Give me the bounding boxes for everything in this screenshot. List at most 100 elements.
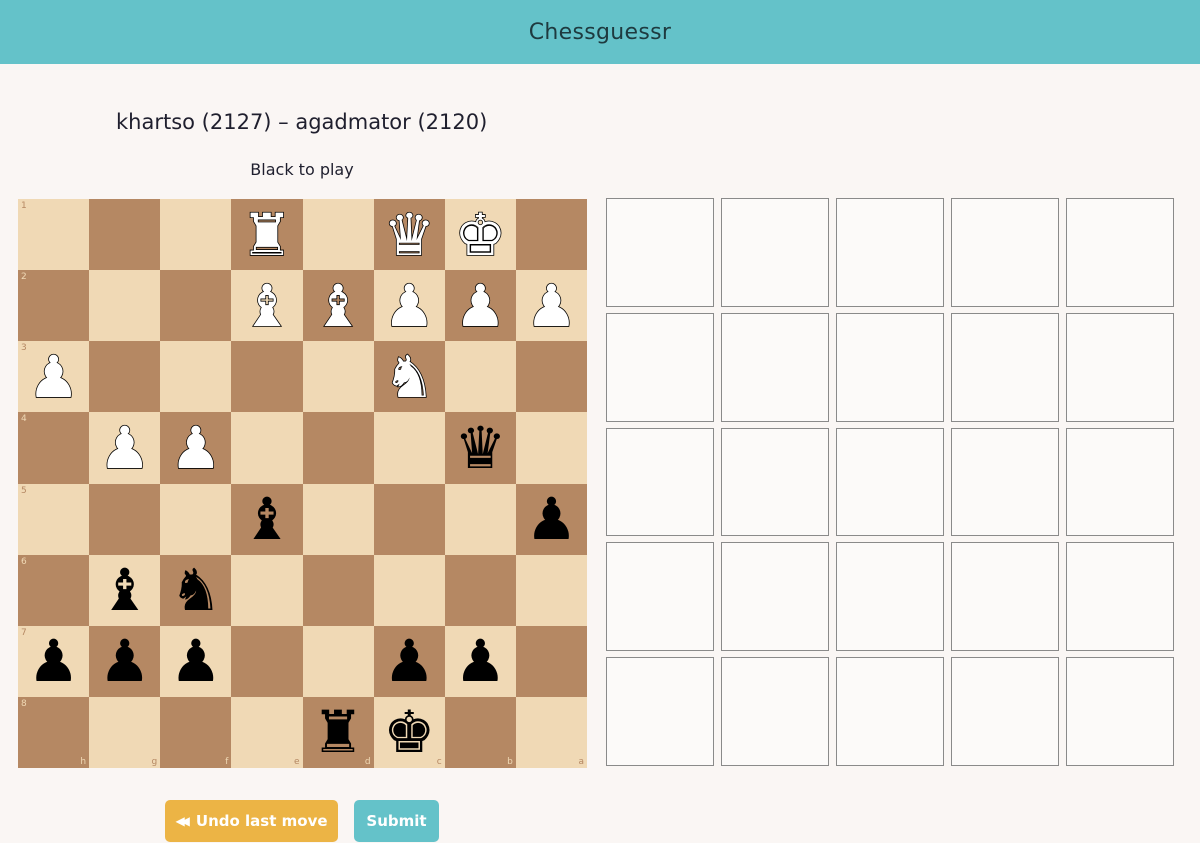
board-square[interactable] (302, 199, 374, 271)
rank-label: 8 (21, 698, 27, 709)
rank-label: 7 (21, 627, 27, 638)
white-bishop-icon[interactable]: ♝ (240, 276, 294, 336)
board-square[interactable] (444, 341, 516, 413)
board-square[interactable] (373, 412, 445, 484)
white-bishop-icon[interactable]: ♝ (311, 276, 365, 336)
board-square[interactable] (444, 483, 516, 555)
board-square[interactable]: b (444, 696, 516, 768)
board-square[interactable] (231, 341, 303, 413)
board-square[interactable] (231, 625, 303, 697)
board-square[interactable] (302, 412, 374, 484)
board-square[interactable]: 6 (18, 554, 90, 626)
board-square[interactable]: ♝ (231, 483, 303, 555)
board-square[interactable]: 4 (18, 412, 90, 484)
board-square[interactable] (160, 199, 232, 271)
rank-label: 4 (21, 414, 27, 425)
board-square[interactable]: ♟ (515, 483, 587, 555)
board-square[interactable] (231, 554, 303, 626)
board-square[interactable]: ♟ (160, 625, 232, 697)
board-square[interactable]: ♟ (89, 625, 161, 697)
black-pawn-icon[interactable]: ♟ (525, 490, 577, 548)
board-square[interactable]: ♜ (231, 199, 303, 271)
black-pawn-icon[interactable]: ♟ (28, 632, 80, 690)
board-square[interactable]: ♟ (444, 625, 516, 697)
board-square[interactable]: ♟ (515, 270, 587, 342)
white-pawn-icon[interactable]: ♟ (27, 347, 81, 407)
board-square[interactable] (89, 483, 161, 555)
board-square[interactable]: ♚ (444, 199, 516, 271)
turn-indicator: Black to play (250, 160, 354, 179)
black-pawn-icon[interactable]: ♟ (454, 632, 506, 690)
board-square[interactable]: ♞ (160, 554, 232, 626)
board-square[interactable]: ♟ (373, 625, 445, 697)
board-square[interactable]: 8h (18, 696, 90, 768)
board-square[interactable] (302, 483, 374, 555)
chess-board[interactable]: 1 ♜ ♛ ♚ 2 ♝ ♝ ♟ ♟ ♟ 3 ♟ ♞ 4 ♟ ♟ ♛ 5 ♝ ♟ 6 ♝ ♞ 7 ♟ ♟ ♟ ♟ ♟ 8 h g f e d ♜ c ♚ b a (18, 199, 587, 768)
board-square[interactable]: 3 ♟ (18, 341, 90, 413)
board-square[interactable]: 7 ♟ (18, 625, 90, 697)
board-square[interactable] (89, 199, 161, 271)
white-pawn-icon[interactable]: ♟ (525, 276, 579, 336)
white-rook-icon[interactable]: ♜ (240, 205, 294, 265)
black-rook-icon[interactable]: ♜ (312, 703, 364, 761)
board-square[interactable]: c ♚ (373, 696, 445, 768)
board-square[interactable] (89, 341, 161, 413)
submit-label: Submit (366, 812, 427, 830)
board-square[interactable]: ♟ (89, 412, 161, 484)
board-square[interactable]: ♛ (373, 199, 445, 271)
black-king-icon[interactable]: ♚ (383, 703, 435, 761)
board-square[interactable] (515, 341, 587, 413)
board-square[interactable] (515, 554, 587, 626)
board-square[interactable] (231, 412, 303, 484)
board-square[interactable]: ♝ (89, 554, 161, 626)
board-square[interactable]: a (515, 696, 587, 768)
board-square[interactable]: ♟ (373, 270, 445, 342)
board-square[interactable] (373, 554, 445, 626)
white-pawn-icon[interactable]: ♟ (169, 418, 223, 478)
guess-cell (721, 312, 829, 422)
white-queen-icon[interactable]: ♛ (382, 205, 436, 265)
board-square[interactable]: ♛ (444, 412, 516, 484)
board-square[interactable] (302, 554, 374, 626)
board-square[interactable]: e (231, 696, 303, 768)
board-square[interactable] (160, 341, 232, 413)
board-square[interactable]: 1 (18, 199, 90, 271)
board-square[interactable] (515, 199, 587, 271)
black-bishop-icon[interactable]: ♝ (241, 490, 293, 548)
undo-last-move-button[interactable]: ◀◀ Undo last move (165, 800, 338, 842)
white-knight-icon[interactable]: ♞ (382, 347, 436, 407)
board-square[interactable]: ♟ (444, 270, 516, 342)
black-queen-icon[interactable]: ♛ (454, 419, 506, 477)
board-square[interactable]: ♟ (160, 412, 232, 484)
board-square[interactable]: ♝ (231, 270, 303, 342)
submit-button[interactable]: Submit (354, 800, 439, 842)
board-square[interactable] (302, 341, 374, 413)
guess-cell (1066, 427, 1174, 537)
board-square[interactable]: ♞ (373, 341, 445, 413)
board-square[interactable] (515, 625, 587, 697)
board-square[interactable]: ♝ (302, 270, 374, 342)
board-square[interactable]: 2 (18, 270, 90, 342)
board-square[interactable] (302, 625, 374, 697)
board-square[interactable] (160, 483, 232, 555)
board-square[interactable] (373, 483, 445, 555)
black-knight-icon[interactable]: ♞ (170, 561, 222, 619)
board-square[interactable] (160, 270, 232, 342)
board-square[interactable]: g (89, 696, 161, 768)
guess-cell (836, 312, 944, 422)
board-square[interactable] (515, 412, 587, 484)
black-pawn-icon[interactable]: ♟ (99, 632, 151, 690)
white-pawn-icon[interactable]: ♟ (98, 418, 152, 478)
board-square[interactable] (89, 270, 161, 342)
black-pawn-icon[interactable]: ♟ (383, 632, 435, 690)
white-pawn-icon[interactable]: ♟ (454, 276, 508, 336)
black-bishop-icon[interactable]: ♝ (99, 561, 151, 619)
black-pawn-icon[interactable]: ♟ (170, 632, 222, 690)
board-square[interactable] (444, 554, 516, 626)
board-square[interactable]: f (160, 696, 232, 768)
board-square[interactable]: 5 (18, 483, 90, 555)
white-pawn-icon[interactable]: ♟ (382, 276, 436, 336)
guess-cell (721, 427, 829, 537)
white-king-icon[interactable]: ♚ (454, 205, 508, 265)
board-square[interactable]: d ♜ (302, 696, 374, 768)
